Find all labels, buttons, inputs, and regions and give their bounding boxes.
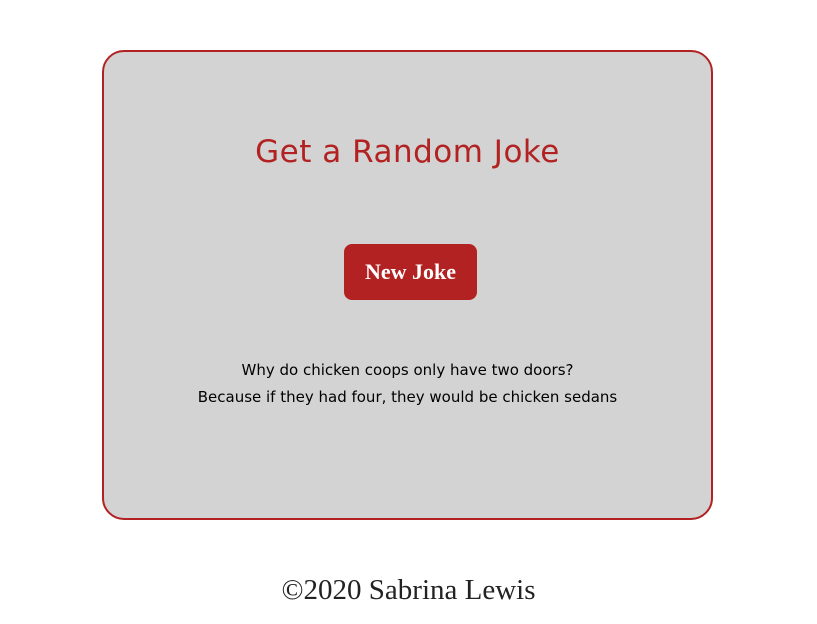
new-joke-button[interactable]: New Joke: [344, 244, 477, 300]
footer-copyright: ©2020 Sabrina Lewis: [281, 574, 536, 606]
joke-text: Why do chicken coops only have two doors…: [104, 357, 711, 411]
joke-card: Get a Random Joke New Joke Why do chicke…: [102, 50, 713, 520]
joke-punchline: Because if they had four, they would be …: [197, 388, 618, 406]
page-title: Get a Random Joke: [255, 134, 560, 170]
joke-setup: Why do chicken coops only have two doors…: [241, 361, 574, 379]
